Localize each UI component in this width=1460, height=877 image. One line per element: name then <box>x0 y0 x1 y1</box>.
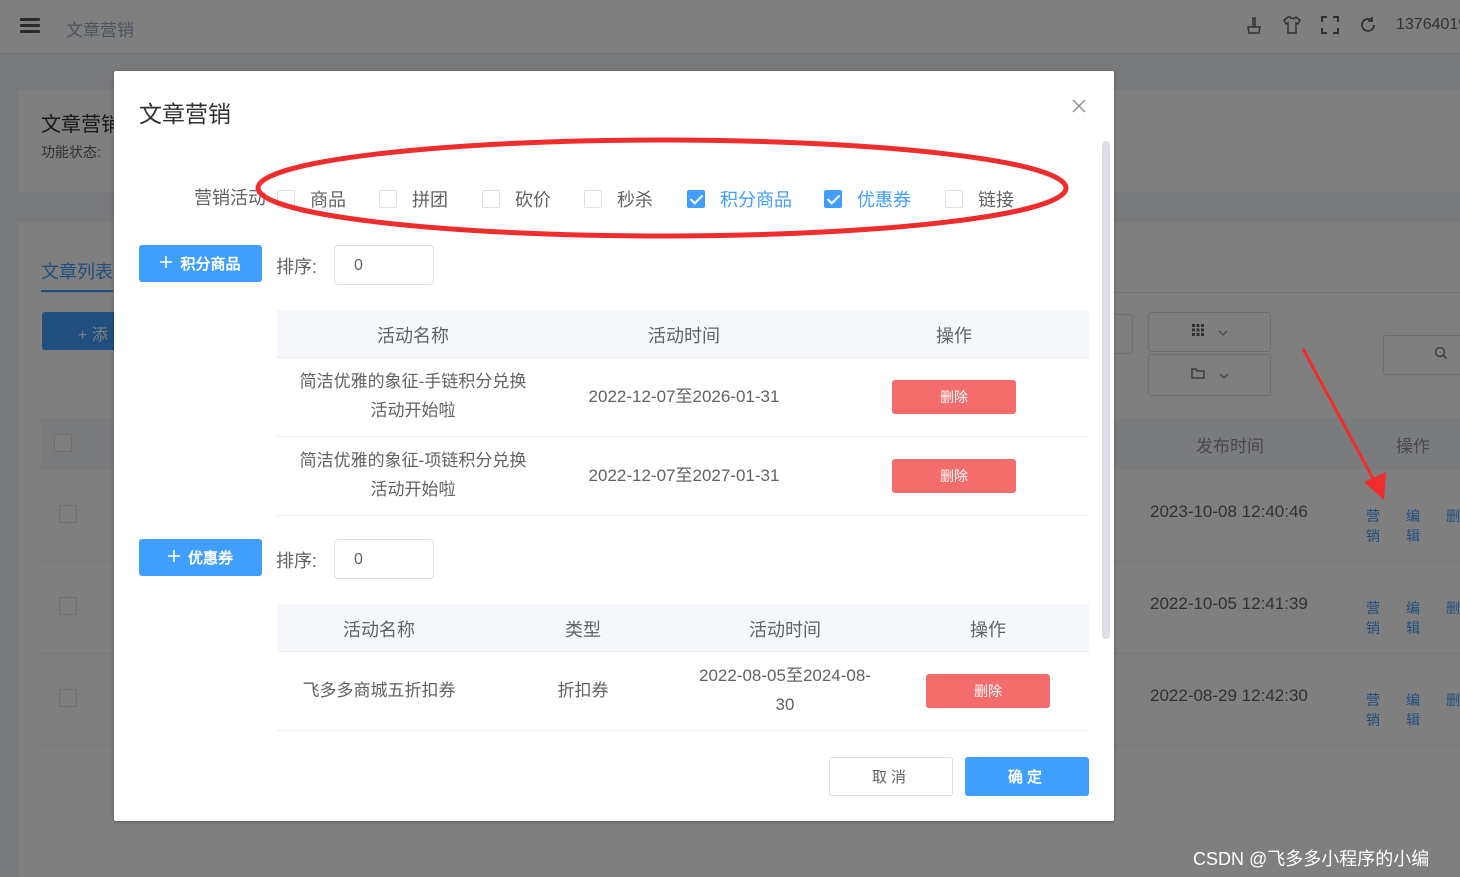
name-line: 简洁优雅的象征-手链积分兑换 <box>299 372 527 391</box>
add-points-goods-button[interactable]: 积分商品 <box>139 245 262 282</box>
cancel-button[interactable]: 取消 <box>829 757 953 796</box>
table-row: 飞多多商城五折扣券 折扣券 2022-08-05至2024-08- 30 删除 <box>277 652 1089 731</box>
plus-icon <box>167 549 180 566</box>
activity-label: 营销活动 <box>194 188 266 208</box>
checkbox-link[interactable]: 链接 <box>945 186 1014 212</box>
col-activity-time: 活动时间 <box>648 326 720 346</box>
checkbox-label: 秒杀 <box>617 190 653 210</box>
checkbox-box <box>824 190 842 208</box>
confirm-button[interactable]: 确定 <box>965 757 1089 796</box>
checkbox-box <box>584 190 602 208</box>
checkbox-label: 积分商品 <box>720 190 792 210</box>
add-coupon-button[interactable]: 优惠券 <box>139 539 262 576</box>
delete-button[interactable]: 删除 <box>926 674 1050 708</box>
activity-name: 飞多多商城五折扣券 <box>302 681 456 700</box>
checkbox-box <box>687 190 705 208</box>
checkbox-label: 优惠券 <box>857 190 911 210</box>
dialog-scrollbar[interactable] <box>1102 141 1110 639</box>
name-line: 简洁优雅的象征-项链积分兑换 <box>299 451 527 470</box>
col-ops: 操作 <box>936 326 972 346</box>
col-activity-name: 活动名称 <box>343 620 415 640</box>
sort-label: 排序: <box>276 257 318 277</box>
checkbox-label: 链接 <box>978 190 1014 210</box>
button-label: 优惠券 <box>187 550 233 567</box>
points-sort-input[interactable]: 0 <box>334 245 434 285</box>
col-type: 类型 <box>565 620 601 640</box>
activity-name: 简洁优雅的象征-手链积分兑换 活动开始啦 <box>283 367 543 425</box>
checkbox-coupon[interactable]: 优惠券 <box>824 186 911 212</box>
activity-time: 2022-12-07至2026-01-31 <box>588 387 780 406</box>
checkbox-label: 拼团 <box>412 190 448 210</box>
coupon-table: 活动名称 类型 活动时间 操作 飞多多商城五折扣券 折扣券 2022-08-05… <box>277 604 1089 731</box>
checkbox-box <box>277 190 295 208</box>
checkbox-label: 砍价 <box>515 190 551 210</box>
time-line: 2022-08-05至2024-08- <box>698 666 871 685</box>
watermark: CSDN @飞多多小程序的小编 <box>1193 849 1430 869</box>
checkbox-goods[interactable]: 商品 <box>277 186 346 212</box>
activity-time: 2022-12-07至2027-01-31 <box>588 466 780 485</box>
checkbox-bargain[interactable]: 砍价 <box>482 186 551 212</box>
button-label: 积分商品 <box>180 256 241 273</box>
delete-button[interactable]: 删除 <box>892 459 1016 493</box>
coupon-type: 折扣券 <box>557 681 609 700</box>
col-ops: 操作 <box>970 620 1006 640</box>
table-header: 活动名称 活动时间 操作 <box>277 310 1089 358</box>
dialog-title: 文章营销 <box>139 101 231 127</box>
name-line: 活动开始啦 <box>370 401 456 420</box>
delete-button[interactable]: 删除 <box>892 380 1016 414</box>
sort-label: 排序: <box>276 551 318 571</box>
close-icon[interactable] <box>1070 97 1088 115</box>
col-activity-name: 活动名称 <box>377 326 449 346</box>
time-line: 30 <box>775 695 795 714</box>
name-line: 活动开始啦 <box>370 480 456 499</box>
checkbox-group-buy[interactable]: 拼团 <box>379 186 448 212</box>
checkbox-flash-sale[interactable]: 秒杀 <box>584 186 653 212</box>
activity-time: 2022-08-05至2024-08- 30 <box>685 661 885 719</box>
table-row: 简洁优雅的象征-手链积分兑换 活动开始啦 2022-12-07至2026-01-… <box>277 358 1089 437</box>
points-goods-table: 活动名称 活动时间 操作 简洁优雅的象征-手链积分兑换 活动开始啦 2022-1… <box>277 310 1089 516</box>
col-activity-time: 活动时间 <box>749 620 821 640</box>
checkbox-label: 商品 <box>310 190 346 210</box>
coupon-sort-input[interactable]: 0 <box>334 539 434 579</box>
activity-name: 简洁优雅的象征-项链积分兑换 活动开始啦 <box>283 446 543 504</box>
checkbox-box <box>379 190 397 208</box>
table-row: 简洁优雅的象征-项链积分兑换 活动开始啦 2022-12-07至2027-01-… <box>277 437 1089 516</box>
checkbox-points-goods[interactable]: 积分商品 <box>687 186 792 212</box>
checkbox-box <box>945 190 963 208</box>
table-header: 活动名称 类型 活动时间 操作 <box>277 604 1089 652</box>
checkbox-box <box>482 190 500 208</box>
marketing-dialog: 文章营销 营销活动 商品 拼团 砍价 秒杀 积分商品 优惠券 链接 积分商品 排… <box>114 71 1114 821</box>
plus-icon <box>160 255 173 272</box>
